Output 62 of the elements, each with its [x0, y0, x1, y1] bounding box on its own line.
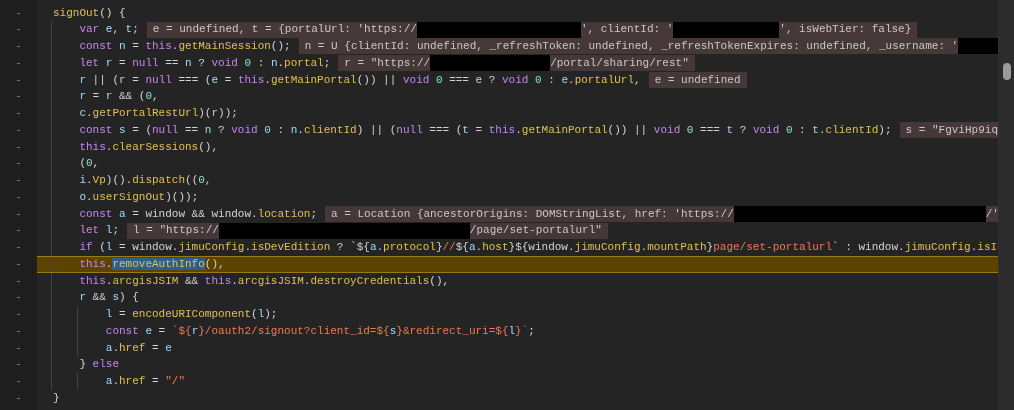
- gutter-marker: -: [15, 357, 22, 373]
- hint-text: e = undefined: [654, 72, 741, 88]
- gutter-marker: -: [15, 223, 22, 239]
- gutter-marker: -: [15, 173, 22, 189]
- code-line: }: [53, 390, 60, 406]
- hint-text: s = "FgviHp9iq: [905, 122, 998, 138]
- hint-text: l = "https://: [133, 223, 219, 239]
- code-line: r || (r = null === (e = this.getMainPortal()) || void 0 === e ? void 0 : e.portalUrl,: [79, 72, 641, 88]
- scrollbar-thumb[interactable]: [1002, 63, 1011, 80]
- gutter-marker: -: [15, 106, 22, 122]
- code-line: a.href = e: [105, 340, 172, 356]
- code-line: i.Vp)().dispatch((0,: [79, 173, 212, 189]
- code-line: this.arcgisJSIM && this.arcgisJSIM.destroyCredentials(),: [79, 273, 450, 289]
- gutter-marker: -: [15, 72, 22, 88]
- code-line: r && s) {: [79, 290, 139, 306]
- hint-text: /page/set-portalurl": [469, 223, 602, 239]
- hint-text: ', isWebTier: false}: [779, 22, 912, 38]
- gutter-marker: -: [15, 340, 22, 356]
- code-line: const e = `${r}/oauth2/signout?client_id=${s}&redirect_uri=${l}`;: [105, 323, 535, 339]
- redaction-block: [958, 38, 998, 55]
- gutter-marker: -: [15, 189, 22, 205]
- gutter-marker: -: [15, 156, 22, 172]
- code-line: let r = null == n ? void 0 : n.portal;: [79, 55, 331, 71]
- gutter-marker: -: [15, 256, 22, 272]
- code-line: this.removeAuthInfo(),: [79, 256, 225, 272]
- code-line: c.getPortalRestUrl)(r));: [79, 106, 238, 122]
- hint-text: e = undefined, t = {portalUrl: 'https://: [152, 22, 417, 38]
- code-line: (0,: [79, 156, 100, 172]
- gutter-marker: -: [15, 273, 22, 289]
- code-line: var e, t;: [79, 22, 139, 38]
- gutter-marker: -: [15, 206, 22, 222]
- hint-text: r = "https://: [344, 55, 431, 71]
- hint-text: a = Location {ancestorOrigins: DOMStringList, href: 'https://: [331, 206, 734, 222]
- hint-text: /portal/sharing/rest": [550, 55, 689, 71]
- gutter-marker: -: [15, 139, 22, 155]
- gutter-marker: -: [15, 22, 22, 38]
- hint-text: n = U {clientId: undefined, _refreshToken: undefined, _refreshTokenExpires: undefined, _username: ': [304, 39, 959, 55]
- gutter-marker: -: [15, 55, 22, 71]
- code-line: let l;: [79, 223, 119, 239]
- code-line: l = encodeURIComponent(l);: [105, 307, 278, 323]
- hint-text: /': [985, 206, 998, 222]
- code-line: r = r && (0,: [79, 89, 159, 105]
- code-line: a.href = "/": [105, 374, 186, 390]
- gutter-marker: -: [15, 89, 22, 105]
- gutter-marker: -: [15, 290, 22, 306]
- code-line: o.userSignOut)());: [79, 189, 199, 205]
- gutter-marker: -: [15, 374, 22, 390]
- code-line: const a = window && window.location;: [79, 206, 318, 222]
- gutter-marker: -: [15, 122, 22, 138]
- code-line: signOut() {: [53, 5, 126, 21]
- gutter-marker: -: [15, 307, 22, 323]
- code-line: } else: [79, 357, 119, 373]
- gutter-marker: -: [15, 39, 22, 55]
- code-line: if (l = window.jimuConfig.isDevEdition ? `${a.protocol}//${a.host}${window.jimuConfig.mountPath}page/set-portalurl` : window.jimuConfig.isI: [79, 240, 998, 256]
- gutter-marker: -: [15, 390, 22, 406]
- gutter-marker: -: [15, 240, 22, 256]
- gutter-marker: -: [15, 323, 22, 339]
- code-line: this.clearSessions(),: [79, 139, 219, 155]
- code-line: const s = (null == n ? void 0 : n.clientId) || (null === (t = this.getMainPortal()) || void 0 === t ? void 0 : t.clientId);: [79, 122, 892, 138]
- code-line: const n = this.getMainSession();: [79, 39, 291, 55]
- gutter-marker: -: [15, 5, 22, 21]
- hint-text: ', clientId: ': [580, 22, 674, 38]
